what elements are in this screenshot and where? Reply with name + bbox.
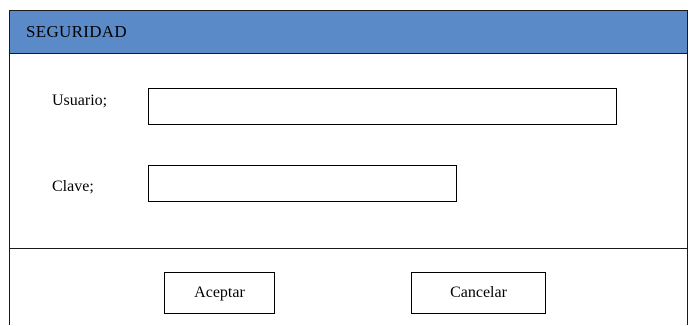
cancel-button[interactable]: Cancelar (411, 272, 546, 314)
window-title: SEGURIDAD (26, 22, 127, 41)
accept-button[interactable]: Aceptar (164, 272, 275, 314)
usuario-input[interactable] (148, 88, 617, 125)
clave-input[interactable] (148, 165, 457, 202)
title-bar: SEGURIDAD (10, 11, 687, 54)
login-dialog: SEGURIDAD Usuario; Clave; Aceptar Cancel… (9, 10, 688, 325)
clave-label: Clave; (52, 178, 94, 195)
usuario-label: Usuario; (52, 92, 108, 109)
footer-divider (10, 248, 687, 249)
